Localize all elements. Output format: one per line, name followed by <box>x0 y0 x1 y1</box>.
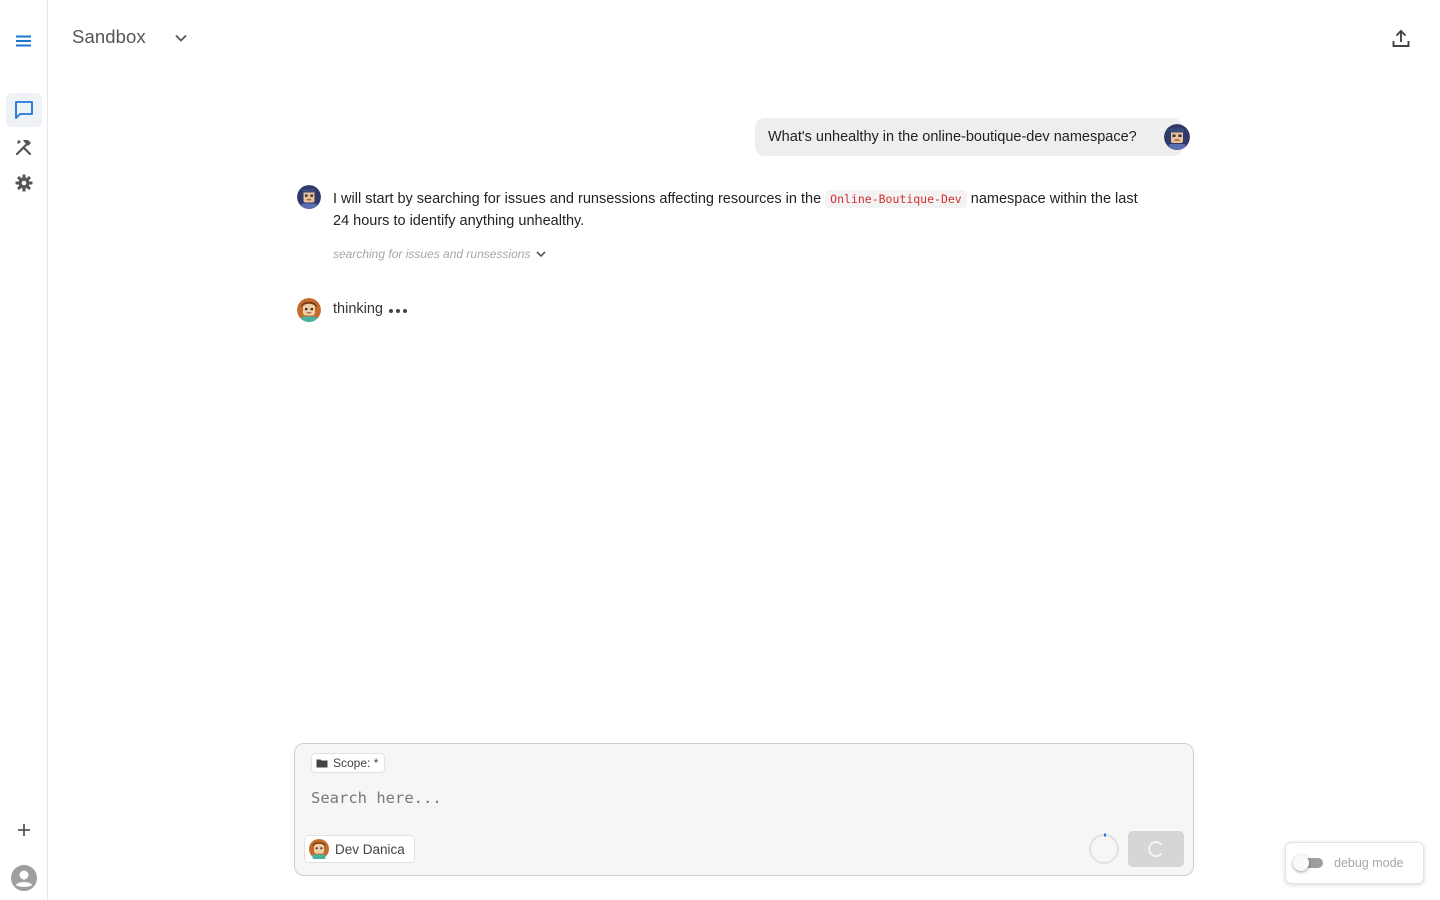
chat-composer: Scope: * Dev Danica <box>294 743 1194 876</box>
chevron-down-icon <box>536 251 547 258</box>
progress-spinner-icon <box>1088 833 1120 865</box>
hamburger-menu-icon <box>16 35 31 47</box>
assistant-message: I will start by searching for issues and… <box>333 188 1153 232</box>
assistant-avatar <box>297 185 321 209</box>
sidebar-item-tools[interactable] <box>6 130 42 164</box>
debug-mode-switch[interactable] <box>1293 855 1323 871</box>
share-button[interactable] <box>1388 26 1414 50</box>
chat-bubble-icon <box>15 101 33 119</box>
persona-selector[interactable]: Dev Danica <box>304 835 415 863</box>
menu-button[interactable] <box>6 24 42 58</box>
workspace-dropdown[interactable] <box>172 29 190 47</box>
left-sidebar <box>0 0 48 900</box>
sidebar-item-chat[interactable] <box>6 93 42 127</box>
loading-spinner-icon <box>1148 841 1162 857</box>
sidebar-item-settings[interactable] <box>6 166 42 200</box>
tool-call-label: searching for issues and runsessions <box>333 247 531 261</box>
workspace-title: Sandbox <box>72 26 146 47</box>
persona-name: Dev Danica <box>335 841 405 857</box>
upload-share-icon <box>1392 29 1410 47</box>
namespace-code-chip: Online-Boutique-Dev <box>825 190 967 208</box>
debug-mode-label: debug mode <box>1334 856 1404 870</box>
user-message-text: What's unhealthy in the online-boutique-… <box>768 129 1137 145</box>
user-avatar <box>1164 124 1190 150</box>
account-button[interactable] <box>6 861 42 895</box>
gear-icon <box>15 174 33 192</box>
assistant-message-text-start: I will start by searching for issues and… <box>333 191 826 207</box>
hammer-wrench-icon <box>15 140 32 156</box>
thinking-label: thinking <box>333 301 383 317</box>
send-button[interactable] <box>1128 831 1184 867</box>
folder-icon <box>316 759 328 768</box>
new-item-button[interactable] <box>6 813 42 847</box>
debug-mode-panel: debug mode <box>1285 842 1424 884</box>
thinking-indicator: thinking <box>333 301 407 317</box>
account-circle-icon <box>11 865 37 891</box>
loading-dots-icon <box>388 309 407 313</box>
persona-avatar-icon <box>309 839 329 859</box>
plus-icon <box>18 824 30 836</box>
search-input[interactable] <box>311 786 1171 810</box>
top-header: Sandbox <box>48 0 1440 76</box>
user-message-bubble: What's unhealthy in the online-boutique-… <box>755 118 1183 156</box>
tool-call-toggle[interactable]: searching for issues and runsessions <box>333 247 548 261</box>
chevron-down-icon <box>175 34 187 42</box>
scope-label: Scope: * <box>333 756 379 770</box>
persona-avatar <box>297 298 321 322</box>
scope-chip[interactable]: Scope: * <box>311 753 386 773</box>
